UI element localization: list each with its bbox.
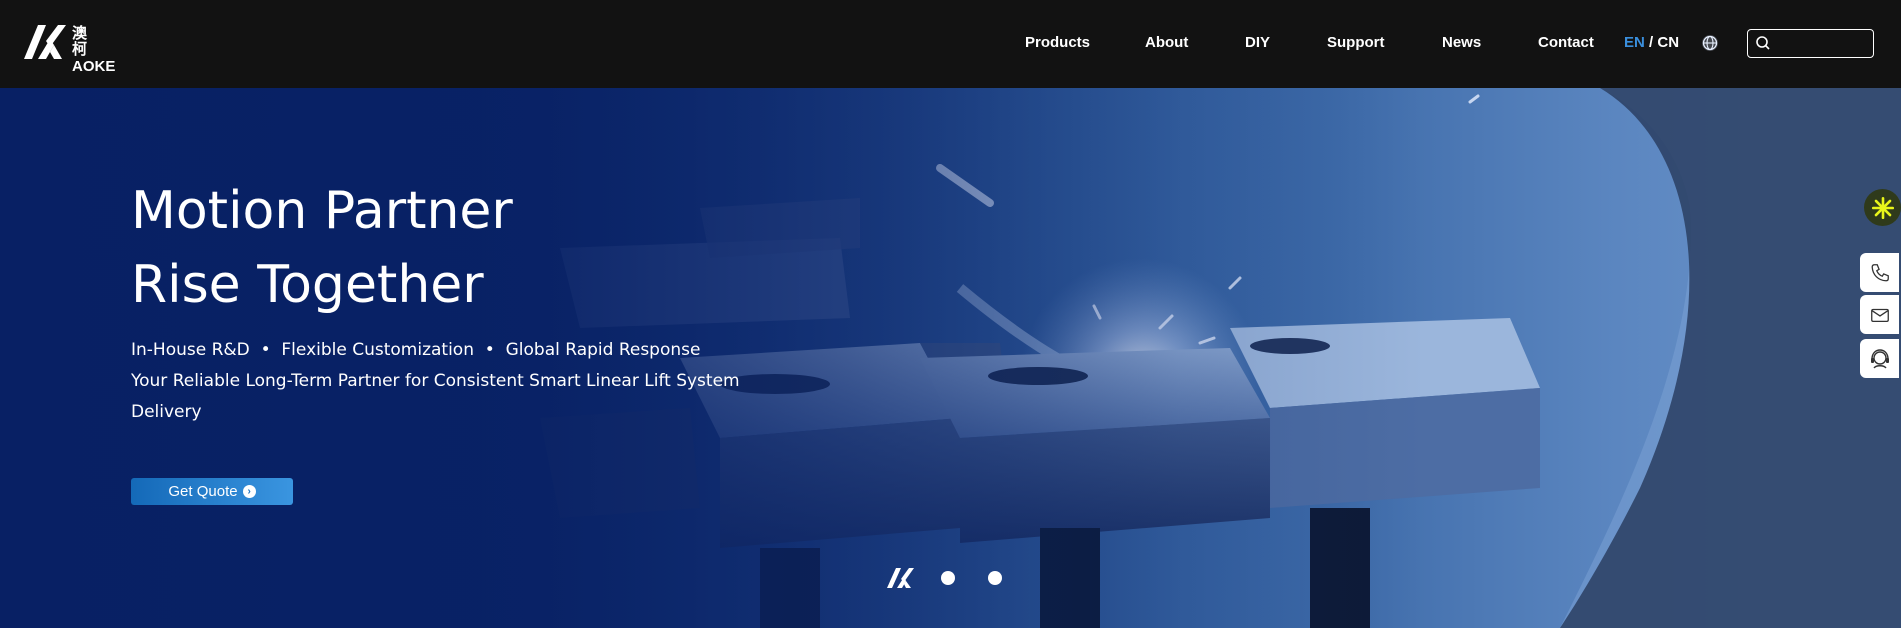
nav-about[interactable]: About xyxy=(1145,34,1188,51)
hero-banner: Motion Partner Rise Together In-House R&… xyxy=(0,88,1901,628)
lang-separator: / xyxy=(1644,34,1658,51)
search-box[interactable] xyxy=(1747,29,1874,58)
logo-english-text: AOKE xyxy=(72,58,116,75)
arrow-right-icon: › xyxy=(242,485,256,498)
aoke-logo[interactable]: 澳 柯 AOKE xyxy=(24,24,124,75)
language-switcher: EN / CN xyxy=(1624,34,1679,51)
hero-description: Your Reliable Long-Term Partner for Cons… xyxy=(131,371,740,422)
sparkle-icon xyxy=(1871,196,1894,219)
lang-en-link[interactable]: EN xyxy=(1624,34,1645,51)
search-icon xyxy=(1756,36,1770,50)
chat-widget-button[interactable] xyxy=(1864,189,1901,226)
email-button[interactable] xyxy=(1860,295,1899,334)
phone-button[interactable] xyxy=(1860,253,1899,292)
get-quote-label: Get Quote xyxy=(168,483,238,500)
hero-subtext: In-House R&D • Flexible Customization • … xyxy=(131,335,771,428)
slide-dot-3[interactable] xyxy=(988,571,1002,585)
phone-icon xyxy=(1871,263,1889,281)
logo-chinese-text: 澳 柯 xyxy=(72,24,95,58)
support-agent-icon xyxy=(1870,348,1889,368)
hero-headline-line2: Rise Together xyxy=(131,255,484,315)
search-input[interactable] xyxy=(1776,33,1868,53)
hero-headline-line1: Motion Partner xyxy=(131,181,513,241)
nav-support[interactable]: Support xyxy=(1327,34,1385,51)
nav-news[interactable]: News xyxy=(1442,34,1481,51)
nav-contact[interactable]: Contact xyxy=(1538,34,1594,51)
lang-cn-link[interactable]: CN xyxy=(1657,34,1679,51)
nav-products[interactable]: Products xyxy=(1025,34,1090,51)
slide-dot-active-logo[interactable] xyxy=(887,568,915,588)
hero-headline: Motion Partner Rise Together xyxy=(131,174,513,322)
nav-diy[interactable]: DIY xyxy=(1245,34,1270,51)
support-button[interactable] xyxy=(1860,339,1899,378)
hero-tagline: In-House R&D • Flexible Customization • … xyxy=(131,340,701,360)
top-navigation-bar: 澳 柯 AOKE Products About DIY Support News… xyxy=(0,0,1901,88)
slide-dot-2[interactable] xyxy=(941,571,955,585)
aoke-logo-mark xyxy=(24,25,66,59)
email-icon xyxy=(1870,308,1889,322)
get-quote-button[interactable]: Get Quote › xyxy=(131,478,293,505)
globe-icon[interactable] xyxy=(1700,33,1720,53)
